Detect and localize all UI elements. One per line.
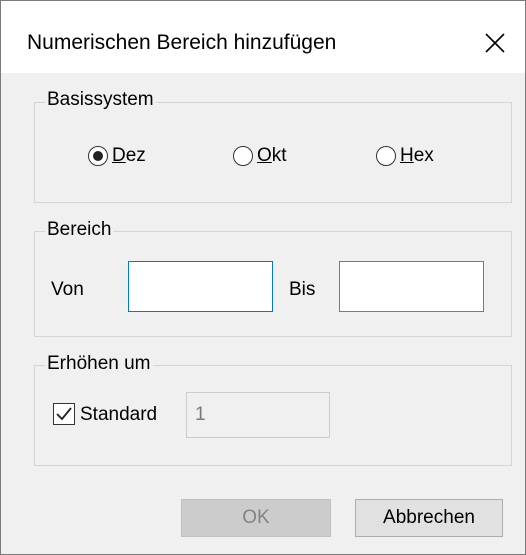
radio-okt-label: kt (271, 145, 287, 166)
close-icon[interactable] (477, 25, 513, 61)
dialog-title: Numerischen Bereich hinzufügen (27, 31, 337, 54)
increment-value-input[interactable] (186, 392, 330, 438)
radio-okt-circle (233, 146, 253, 166)
cancel-button[interactable]: Abbrechen (355, 499, 503, 537)
to-label: Bis (289, 279, 316, 300)
radio-dez[interactable]: Dez (88, 145, 146, 167)
default-checkbox-label[interactable]: Standard (80, 404, 157, 426)
radio-dez-mnemonic: D (112, 145, 126, 166)
radio-hex[interactable]: Hex (376, 145, 434, 167)
radio-hex-mnemonic: H (400, 145, 414, 166)
to-input[interactable] (339, 261, 484, 312)
basis-group-legend: Basissystem (45, 89, 156, 111)
ok-button[interactable]: OK (181, 499, 331, 537)
from-input[interactable] (128, 261, 273, 312)
from-label: Von (51, 279, 84, 300)
radio-okt-mnemonic: O (257, 145, 272, 166)
radio-hex-label: ex (413, 145, 434, 166)
default-checkbox[interactable] (53, 403, 75, 425)
radio-selected-dot (93, 151, 103, 161)
checkmark-icon (56, 407, 72, 421)
radio-dez-label: ez (125, 145, 146, 166)
range-group-legend: Bereich (45, 219, 114, 241)
radio-hex-circle (376, 146, 396, 166)
radio-okt[interactable]: Okt (233, 145, 287, 167)
title-bar: Numerischen Bereich hinzufügen (1, 1, 525, 73)
add-numeric-range-dialog: Numerischen Bereich hinzufügen Basissyst… (0, 0, 526, 555)
radio-dez-circle (88, 146, 108, 166)
increment-group-legend: Erhöhen um (45, 353, 153, 375)
